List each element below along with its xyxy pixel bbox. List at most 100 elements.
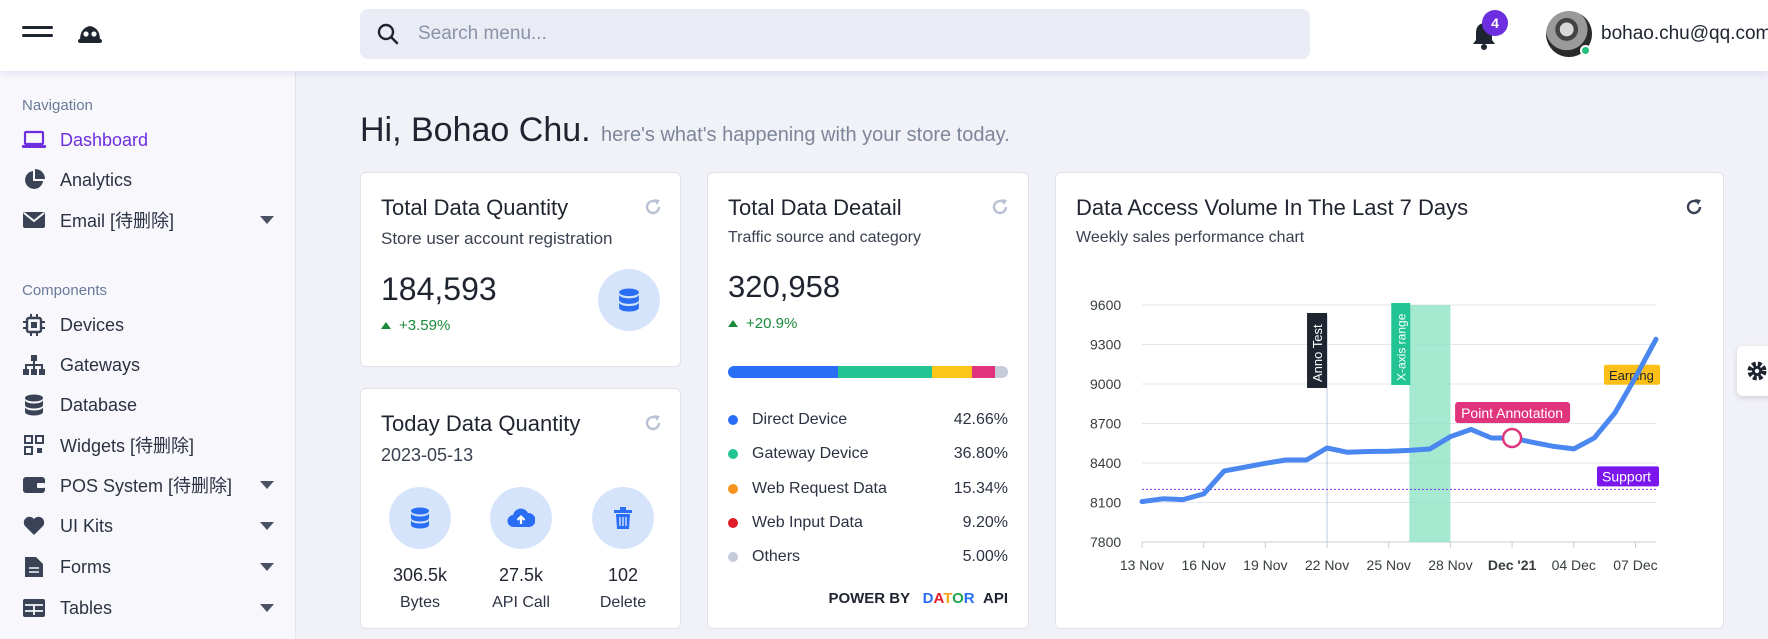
refresh-icon[interactable] xyxy=(643,413,663,433)
stat-bytes: 306.5k Bytes xyxy=(370,487,470,612)
breakdown-segment xyxy=(971,366,996,378)
x-tick-label: 13 Nov xyxy=(1120,557,1164,573)
breakdown-row: Others 5.00% xyxy=(728,545,1008,569)
database-icon xyxy=(22,393,46,417)
x-tick-label: Dec '21 xyxy=(1488,557,1537,573)
x-tick-label: 28 Nov xyxy=(1428,557,1472,573)
total-value: 320,958 xyxy=(728,269,841,304)
sidebar: Navigation Dashboard Analytics Email [待删… xyxy=(0,71,296,639)
today-date: 2023-05-13 xyxy=(381,445,474,465)
legend-dot xyxy=(728,552,738,562)
sidebar-item-database[interactable]: Database xyxy=(22,389,282,421)
breakdown-row: Gateway Device 36.80% xyxy=(728,442,1008,466)
breakdown-segment xyxy=(837,366,933,378)
search-icon xyxy=(377,23,399,45)
sidebar-item-label: Dashboard xyxy=(60,129,149,150)
x-tick-label: 16 Nov xyxy=(1182,557,1226,573)
breakdown-segment xyxy=(728,366,838,378)
point-annotation-marker xyxy=(1501,427,1523,449)
database-icon xyxy=(598,269,660,331)
hamburger-menu-icon[interactable] xyxy=(22,26,53,46)
refresh-icon[interactable] xyxy=(990,197,1010,217)
x-range-annotation xyxy=(1409,305,1451,542)
x-tick-label: 22 Nov xyxy=(1305,557,1349,573)
x-range-label: X-axis range xyxy=(1391,303,1411,385)
sidebar-item-forms[interactable]: Forms xyxy=(22,551,282,583)
chevron-down-icon[interactable] xyxy=(260,563,274,571)
total-data-detail-card: Total Data Deatail Traffic source and ca… xyxy=(707,172,1029,629)
user-email[interactable]: bohao.chu@qq.com xyxy=(1601,23,1768,45)
stat-delete: 102 Delete xyxy=(573,487,673,612)
sidebar-item-dashboard[interactable]: Dashboard xyxy=(22,124,282,156)
sidebar-item-devices[interactable]: Devices xyxy=(22,309,282,341)
logo-icon[interactable] xyxy=(77,22,103,46)
sidebar-item-gateways[interactable]: Gateways xyxy=(22,349,282,381)
traffic-breakdown-bar xyxy=(728,366,1008,378)
online-status-dot xyxy=(1580,45,1591,56)
breakdown-row: Web Request Data 15.34% xyxy=(728,477,1008,501)
data-access-chart-card: Data Access Volume In The Last 7 Days We… xyxy=(1055,172,1724,629)
sidebar-item-label: Tables xyxy=(60,597,113,618)
sidebar-item-label: Gateways xyxy=(60,354,141,375)
chevron-down-icon[interactable] xyxy=(260,604,274,612)
y-tick-label: 8100 xyxy=(1090,495,1121,511)
stat-label: Delete xyxy=(599,594,647,611)
sidebar-item-widgets[interactable]: Widgets [待删除] xyxy=(22,429,282,461)
chip-icon xyxy=(22,313,46,337)
y-tick-label: 9000 xyxy=(1090,376,1121,392)
sidebar-item-analytics[interactable]: Analytics xyxy=(22,164,282,196)
trash-icon xyxy=(592,487,654,549)
today-data-quantity-card: Today Data Quantity 2023-05-13 306.5k By… xyxy=(360,388,681,629)
stat-value: 102 xyxy=(607,565,639,585)
sidebar-item-label: POS System [待删除] xyxy=(60,476,233,496)
x-tick-label: 25 Nov xyxy=(1367,557,1411,573)
laptop-icon xyxy=(22,128,46,152)
svg-text:X-axis range: X-axis range xyxy=(1394,313,1408,381)
sidebar-item-label: Devices xyxy=(60,314,125,335)
x-tick-label: 19 Nov xyxy=(1243,557,1287,573)
sidebar-item-label: Email [待删除] xyxy=(60,211,175,231)
search-bar[interactable] xyxy=(360,9,1310,59)
chevron-down-icon[interactable] xyxy=(260,216,274,224)
breakdown-row: Web Input Data 9.20% xyxy=(728,511,1008,535)
legend-dot xyxy=(728,449,738,459)
stat-value: 306.5k xyxy=(392,565,448,585)
notification-badge[interactable]: 4 xyxy=(1482,10,1508,36)
card-subtitle: Traffic source and category xyxy=(728,229,921,246)
settings-tab[interactable] xyxy=(1737,346,1768,396)
page-title: Hi, Bohao Chu. xyxy=(360,111,591,149)
support-label: Support xyxy=(1602,468,1651,484)
file-icon xyxy=(22,555,46,579)
arrow-up-icon xyxy=(381,322,391,329)
anno-test-label: Anno Test xyxy=(1307,313,1328,388)
sidebar-item-pos-system[interactable]: POS System [待删除] xyxy=(22,469,282,501)
chevron-down-icon[interactable] xyxy=(260,522,274,530)
sidebar-item-label: Forms xyxy=(60,556,111,577)
stat-api-call: 27.5k API Call xyxy=(471,487,571,612)
sidebar-section-title: Components xyxy=(22,282,108,299)
y-tick-label: 9600 xyxy=(1090,297,1121,313)
stat-label: API Call xyxy=(492,594,550,611)
gear-icon xyxy=(1747,361,1767,381)
sidebar-item-label: Database xyxy=(60,394,138,415)
pie-chart-icon xyxy=(22,168,46,192)
chevron-down-icon[interactable] xyxy=(260,481,274,489)
total-value: 184,593 xyxy=(381,271,497,307)
sidebar-item-label: Analytics xyxy=(60,169,133,190)
sitemap-icon xyxy=(22,353,46,377)
search-input[interactable] xyxy=(418,23,1278,45)
legend-dot xyxy=(728,484,738,494)
line-chart: 7800 8100 8400 8700 9000 9300 9600 X-axis range… xyxy=(1090,297,1660,573)
envelope-icon xyxy=(22,208,46,232)
sidebar-item-ui-kits[interactable]: UI Kits xyxy=(22,510,282,542)
trend-indicator: +3.59% xyxy=(381,317,450,334)
heart-icon xyxy=(22,514,46,538)
sidebar-item-tables[interactable]: Tables xyxy=(22,592,282,624)
point-annotation-label: Point Annotation xyxy=(1461,405,1563,421)
wallet-icon xyxy=(22,473,46,497)
y-tick-label: 8700 xyxy=(1090,416,1121,432)
refresh-icon[interactable] xyxy=(643,197,663,217)
powered-by: POWER BY DATOR API xyxy=(828,590,1008,607)
card-title: Total Data Quantity xyxy=(381,195,569,220)
sidebar-item-email[interactable]: Email [待删除] xyxy=(22,204,282,236)
